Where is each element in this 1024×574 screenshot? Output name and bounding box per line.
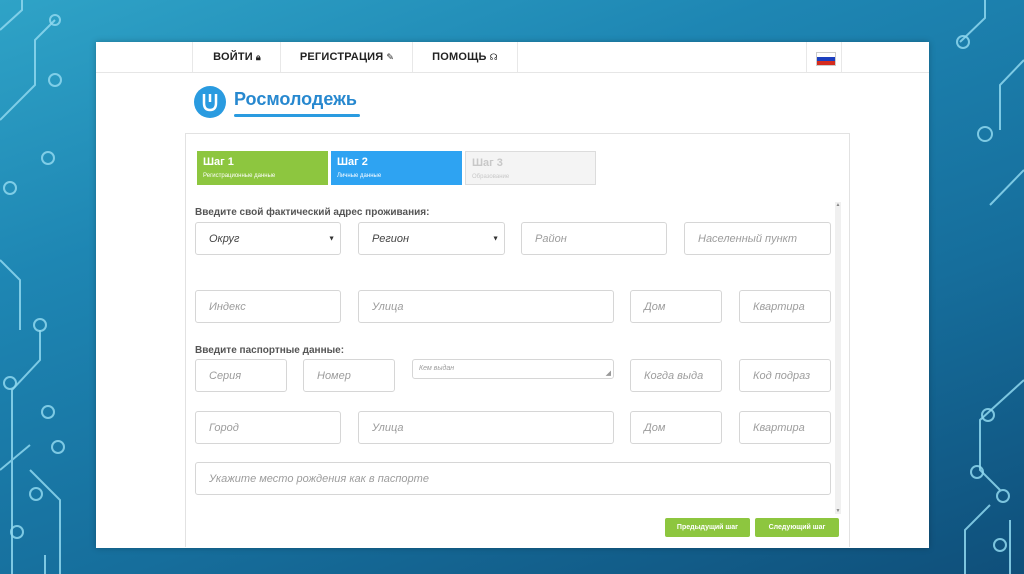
- step-2-subtitle: Личные данные: [337, 173, 382, 179]
- lock-icon: 🔒︎: [255, 52, 261, 62]
- headphones-icon: ☊: [489, 52, 498, 62]
- issued-by-textarea[interactable]: Кем выдан ◢: [412, 359, 614, 379]
- rosmolodezh-logo-icon: [194, 86, 226, 118]
- postal-index-input[interactable]: Индекс: [195, 290, 341, 323]
- step-3-tab[interactable]: Шаг 3 Образование: [465, 151, 596, 185]
- step-1-tab[interactable]: Шаг 1 Регистрационные данные: [197, 151, 328, 185]
- nav-login[interactable]: ВОЙТИ 🔒︎: [192, 42, 281, 72]
- chevron-down-icon: ▼: [328, 235, 335, 242]
- nav-help-label: ПОМОЩЬ: [432, 51, 487, 63]
- step-1-subtitle: Регистрационные данные: [203, 173, 276, 179]
- nav-register[interactable]: РЕГИСТРАЦИЯ ✎: [280, 42, 413, 72]
- step-2-title: Шаг 2: [337, 156, 368, 168]
- birthplace-input[interactable]: Укажите место рождения как в паспорте: [195, 462, 831, 495]
- step-2-tab[interactable]: Шаг 2 Личные данные: [331, 151, 462, 185]
- scroll-down-icon[interactable]: ▼: [835, 508, 841, 514]
- chevron-down-icon: ▼: [492, 235, 499, 242]
- region-select[interactable]: Регион ▼: [358, 222, 505, 255]
- language-selector[interactable]: [806, 42, 842, 72]
- passport-section-label: Введите паспортные данные:: [195, 345, 345, 356]
- form-scrollbar[interactable]: ▲ ▼: [835, 202, 841, 514]
- nav-login-label: ВОЙТИ: [213, 51, 253, 63]
- city-input[interactable]: Город: [195, 411, 341, 444]
- issue-date-input[interactable]: Когда выда: [630, 359, 722, 392]
- region-value: Регион: [372, 232, 410, 245]
- district-input[interactable]: Район: [521, 222, 667, 255]
- next-step-button[interactable]: Следующий шаг: [755, 518, 839, 537]
- passport-street-input[interactable]: Улица: [358, 411, 614, 444]
- passport-house-input[interactable]: Дом: [630, 411, 722, 444]
- nav-help[interactable]: ПОМОЩЬ ☊: [412, 42, 518, 72]
- division-code-input[interactable]: Код подраз: [739, 359, 831, 392]
- okrug-value: Округ: [209, 232, 240, 245]
- scroll-up-icon[interactable]: ▲: [835, 202, 841, 208]
- passport-number-input[interactable]: Номер: [303, 359, 395, 392]
- resize-grip-icon[interactable]: ◢: [606, 369, 611, 377]
- passport-apartment-input[interactable]: Квартира: [739, 411, 831, 444]
- russia-flag-icon: [816, 52, 836, 66]
- previous-step-button[interactable]: Предыдущий шаг: [665, 518, 750, 537]
- address-section-label: Введите свой фактический адрес проживани…: [195, 207, 430, 218]
- step-1-title: Шаг 1: [203, 156, 234, 168]
- passport-series-input[interactable]: Серия: [195, 359, 287, 392]
- edit-icon: ✎: [386, 52, 395, 62]
- registration-window: ВОЙТИ 🔒︎ РЕГИСТРАЦИЯ ✎ ПОМОЩЬ ☊ Росмолодежь…: [96, 42, 929, 548]
- top-navigation: ВОЙТИ 🔒︎ РЕГИСТРАЦИЯ ✎ ПОМОЩЬ ☊: [96, 42, 929, 73]
- brand-underline: [234, 114, 360, 117]
- step-3-subtitle: Образование: [472, 174, 510, 180]
- address-street-input[interactable]: Улица: [358, 290, 614, 323]
- okrug-select[interactable]: Округ ▼: [195, 222, 341, 255]
- address-apartment-input[interactable]: Квартира: [739, 290, 831, 323]
- locality-input[interactable]: Населенный пункт: [684, 222, 831, 255]
- step-3-title: Шаг 3: [472, 157, 503, 169]
- brand-name: Росмолодежь: [234, 89, 357, 109]
- registration-form-panel: Шаг 1 Регистрационные данные Шаг 2 Личны…: [185, 133, 850, 547]
- nav-register-label: РЕГИСТРАЦИЯ: [299, 51, 384, 63]
- issued-by-placeholder: Кем выдан: [419, 365, 455, 372]
- address-house-input[interactable]: Дом: [630, 290, 722, 323]
